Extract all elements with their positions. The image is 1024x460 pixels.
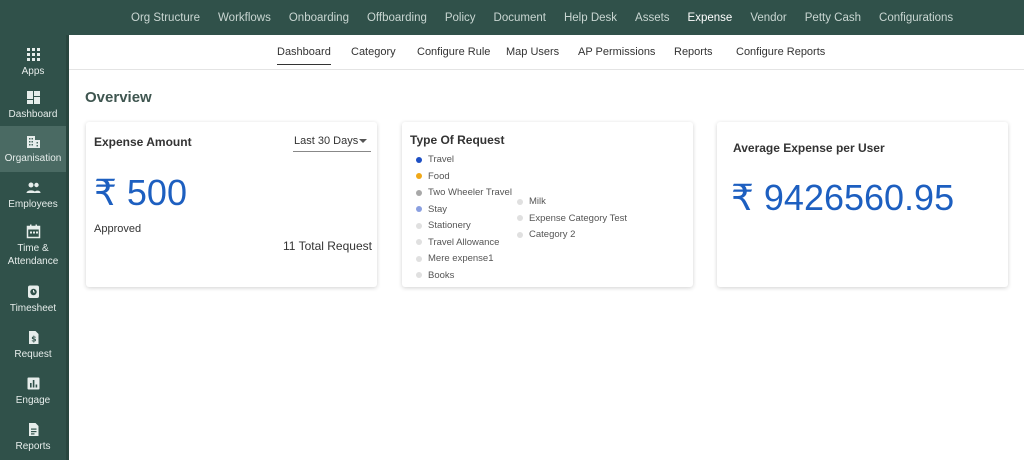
sidebar-item-reports[interactable]: Reports: [0, 419, 66, 460]
dashboard-icon: [26, 91, 40, 104]
sidebar-item-label: Reports: [15, 441, 51, 452]
topnav-document[interactable]: Document: [485, 12, 555, 24]
card-title: Type Of Request: [410, 133, 505, 147]
legend-dot-icon: [416, 272, 422, 278]
top-nav-bar: Org Structure Workflows Onboarding Offbo…: [0, 0, 1024, 35]
top-nav: Org Structure Workflows Onboarding Offbo…: [122, 0, 962, 35]
legend-item[interactable]: Food: [416, 171, 450, 182]
approved-label: Approved: [94, 223, 142, 235]
legend-dot-icon: [517, 198, 523, 205]
sidebar: Apps Dashboard Organisation Employees Ti…: [0, 35, 69, 460]
legend-label: Milk: [529, 196, 546, 207]
sidebar-item-dashboard[interactable]: Dashboard: [0, 86, 66, 128]
legend-label: Travel Allowance: [428, 236, 500, 248]
expense-amount-value: ₹ 500: [94, 172, 187, 213]
reports-icon: [28, 423, 38, 436]
topnav-petty-cash[interactable]: Petty Cash: [796, 12, 870, 24]
legend-dot-icon: [517, 231, 523, 238]
topnav-offboarding[interactable]: Offboarding: [358, 12, 436, 24]
sidebar-item-label: Organisation: [4, 153, 62, 164]
legend-label: Food: [428, 170, 450, 182]
topnav-help-desk[interactable]: Help Desk: [555, 12, 626, 24]
request-icon: $: [28, 331, 38, 344]
legend-label: Expense Category Test: [529, 212, 628, 224]
legend-label: Travel: [428, 154, 455, 165]
topnav-onboarding[interactable]: Onboarding: [280, 12, 358, 24]
legend-dot-icon: [416, 255, 422, 262]
sidebar-item-organisation[interactable]: Organisation: [0, 126, 66, 172]
topnav-expense[interactable]: Expense: [679, 12, 742, 24]
employees-icon: [26, 182, 40, 193]
sidebar-item-label: Employees: [8, 199, 58, 210]
timesheet-icon: [27, 285, 39, 298]
sidebar-item-label-2: Attendance: [7, 256, 59, 267]
topnav-org-structure[interactable]: Org Structure: [122, 12, 209, 24]
legend-item[interactable]: Milk: [517, 196, 546, 207]
sidebar-item-request[interactable]: $ Request: [0, 327, 66, 369]
topnav-policy[interactable]: Policy: [436, 12, 485, 24]
page-title: Overview: [85, 89, 152, 106]
average-expense-value: ₹ 9426560.95: [731, 177, 955, 218]
svg-text:$: $: [31, 335, 36, 344]
topnav-workflows[interactable]: Workflows: [209, 12, 280, 24]
tab-map-users[interactable]: Map Users: [506, 46, 559, 64]
tab-category[interactable]: Category: [351, 46, 396, 64]
engage-chart-icon: [27, 377, 39, 390]
apps-grid-icon: [26, 48, 40, 61]
legend-label: Category 2: [529, 229, 576, 240]
calendar-icon: [26, 224, 40, 239]
legend-dot-icon: [416, 206, 422, 212]
topnav-vendor[interactable]: Vendor: [741, 12, 795, 24]
card-title: Average Expense per User: [733, 141, 885, 155]
period-dropdown-value: Last 30 Days: [294, 135, 359, 147]
sidebar-item-label: Time &: [17, 243, 49, 254]
tab-reports[interactable]: Reports: [674, 46, 713, 64]
sub-nav-bar: Dashboard Category Configure Rule Map Us…: [69, 35, 1024, 70]
card-title: Expense Amount: [94, 135, 192, 149]
sidebar-item-label: Timesheet: [9, 303, 57, 314]
legend-dot-icon: [416, 189, 422, 196]
sidebar-item-label: Apps: [21, 66, 45, 77]
average-expense-card: Average Expense per User ₹ 9426560.95: [717, 122, 1008, 287]
legend-dot-icon: [416, 222, 422, 229]
legend-item[interactable]: Stay: [416, 204, 447, 215]
tab-ap-permissions[interactable]: AP Permissions: [578, 46, 655, 64]
type-of-request-card: Type Of Request Travel Food Two Wheeler Tr…: [402, 122, 693, 287]
legend-dot-icon: [416, 239, 422, 245]
legend-label: Stationery: [428, 220, 471, 231]
legend-item[interactable]: Category 2: [517, 229, 575, 240]
tab-dashboard[interactable]: Dashboard: [277, 46, 331, 65]
sidebar-item-label: Dashboard: [8, 109, 58, 120]
legend-label: Books: [428, 269, 455, 281]
legend-label: Mere expense1: [428, 253, 494, 264]
total-request-label: 11 Total Request: [283, 239, 372, 253]
legend-item[interactable]: Mere expense1: [416, 253, 493, 264]
legend-label: Two Wheeler Travel: [428, 187, 512, 198]
legend-dot-icon: [517, 215, 523, 221]
expense-amount-card: Expense Amount Last 30 Days ₹ 500 Approv…: [86, 122, 377, 287]
legend-item[interactable]: Books: [416, 270, 454, 281]
legend-dot-icon: [416, 156, 422, 163]
legend-item[interactable]: Travel: [416, 154, 454, 165]
legend-label: Stay: [428, 203, 448, 215]
topnav-configurations[interactable]: Configurations: [870, 12, 962, 24]
tab-configure-rule[interactable]: Configure Rule: [417, 46, 490, 64]
sidebar-item-timesheet[interactable]: Timesheet: [0, 281, 66, 323]
period-dropdown[interactable]: Last 30 Days: [293, 133, 371, 152]
legend-dot-icon: [416, 173, 422, 179]
sidebar-item-label: Engage: [15, 395, 51, 406]
sidebar-item-apps[interactable]: Apps: [0, 41, 66, 83]
sidebar-item-employees[interactable]: Employees: [0, 177, 66, 219]
legend-item[interactable]: Stationery: [416, 220, 471, 231]
sidebar-item-label: Request: [14, 349, 52, 360]
chevron-down-icon: [359, 139, 367, 143]
legend-item[interactable]: Travel Allowance: [416, 237, 499, 248]
sidebar-item-time-attendance[interactable]: Time & Attendance: [0, 221, 66, 273]
organisation-icon: [26, 136, 40, 148]
tab-configure-reports[interactable]: Configure Reports: [736, 46, 825, 64]
legend-item[interactable]: Two Wheeler Travel: [416, 187, 512, 198]
topnav-assets[interactable]: Assets: [626, 12, 679, 24]
sidebar-item-engage[interactable]: Engage: [0, 373, 66, 415]
legend-item[interactable]: Expense Category Test: [517, 213, 627, 224]
